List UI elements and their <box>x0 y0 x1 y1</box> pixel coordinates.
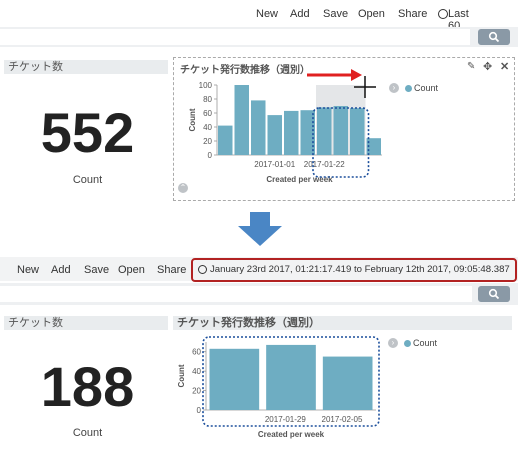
new-button[interactable]: New <box>256 8 278 20</box>
bar <box>317 107 332 155</box>
x-tick-label: 2017-02-05 <box>322 415 363 424</box>
x-axis-title: Created per week <box>258 430 325 439</box>
add-button[interactable]: Add <box>290 8 310 20</box>
x-tick-label: 2017-01-01 <box>254 160 295 169</box>
time-picker-button[interactable]: Last 60 days <box>438 8 471 44</box>
y-tick-label: 40 <box>203 123 212 132</box>
open-button[interactable]: Open <box>358 8 385 20</box>
time-range-label: January 23rd 2017, 01:21:17.419 to Febru… <box>210 264 510 275</box>
search-bar <box>0 27 518 47</box>
flow-arrow-icon <box>238 212 282 246</box>
time-range-button[interactable]: January 23rd 2017, 01:21:17.419 to Febru… <box>191 258 517 282</box>
x-tick-label: 2017-01-29 <box>265 415 306 424</box>
panel-title-ticket-count-2: チケット数 <box>4 316 168 330</box>
bar <box>350 108 365 155</box>
metric-value: 552 <box>40 101 135 164</box>
chart-title-2: チケット発行数推移（週別） <box>173 316 512 330</box>
search-input-2[interactable] <box>0 286 472 302</box>
y-axis-title: Count <box>177 364 186 387</box>
metric-value-2: 188 <box>40 355 135 418</box>
bar <box>322 356 373 410</box>
x-tick-label: 2017-01-22 <box>304 160 345 169</box>
y-tick-label: 20 <box>192 387 201 396</box>
bar <box>284 110 299 155</box>
clock-icon <box>438 9 448 19</box>
search-bar-2 <box>0 283 518 305</box>
close-icon[interactable]: ✕ <box>500 60 509 73</box>
bar <box>251 100 266 155</box>
search-icon <box>488 31 500 43</box>
y-tick-label: 0 <box>197 406 202 415</box>
share-button-2[interactable]: Share <box>157 264 186 276</box>
bar <box>218 125 233 155</box>
bar <box>266 344 316 410</box>
search-icon <box>488 288 500 300</box>
bar-chart-bottom[interactable]: 0 20 40 60 2017-01-29 2017-02-05 Created per w… <box>173 330 388 448</box>
move-icon[interactable]: ✥ <box>483 60 492 73</box>
chevron-right-icon[interactable]: › <box>388 338 398 348</box>
y-tick-label: 0 <box>208 151 213 160</box>
add-button-2[interactable]: Add <box>51 264 71 276</box>
y-axis-title: Count <box>188 108 197 131</box>
x-axis-title: Created per week <box>266 175 333 184</box>
legend-swatch-2 <box>404 340 411 347</box>
search-input[interactable] <box>0 29 470 45</box>
y-tick-label: 80 <box>203 95 212 104</box>
open-button-2[interactable]: Open <box>118 264 145 276</box>
legend-label[interactable]: Count <box>414 83 438 93</box>
y-tick-label: 60 <box>192 348 201 357</box>
bar <box>267 115 282 155</box>
save-button[interactable]: Save <box>323 8 348 20</box>
new-button-2[interactable]: New <box>17 264 39 276</box>
search-button[interactable] <box>478 29 510 45</box>
y-tick-label: 40 <box>192 367 201 376</box>
legend-label-2[interactable]: Count <box>413 338 437 348</box>
clock-icon <box>198 265 207 274</box>
share-button[interactable]: Share <box>398 8 427 20</box>
panel-title-ticket-count: チケット数 <box>4 60 168 74</box>
legend-swatch <box>405 85 412 92</box>
y-tick-label: 20 <box>203 137 212 146</box>
pencil-icon[interactable]: ✎ <box>467 61 475 72</box>
metric-label-2: Count <box>72 427 103 439</box>
save-button-2[interactable]: Save <box>84 264 109 276</box>
y-tick-label: 100 <box>199 81 213 90</box>
y-tick-label: 60 <box>203 109 212 118</box>
metric-label: Count <box>72 174 103 186</box>
bar <box>333 106 348 155</box>
search-button-2[interactable] <box>478 286 510 302</box>
bar <box>209 348 260 410</box>
crosshair-icon <box>354 76 376 98</box>
bar <box>234 85 249 155</box>
